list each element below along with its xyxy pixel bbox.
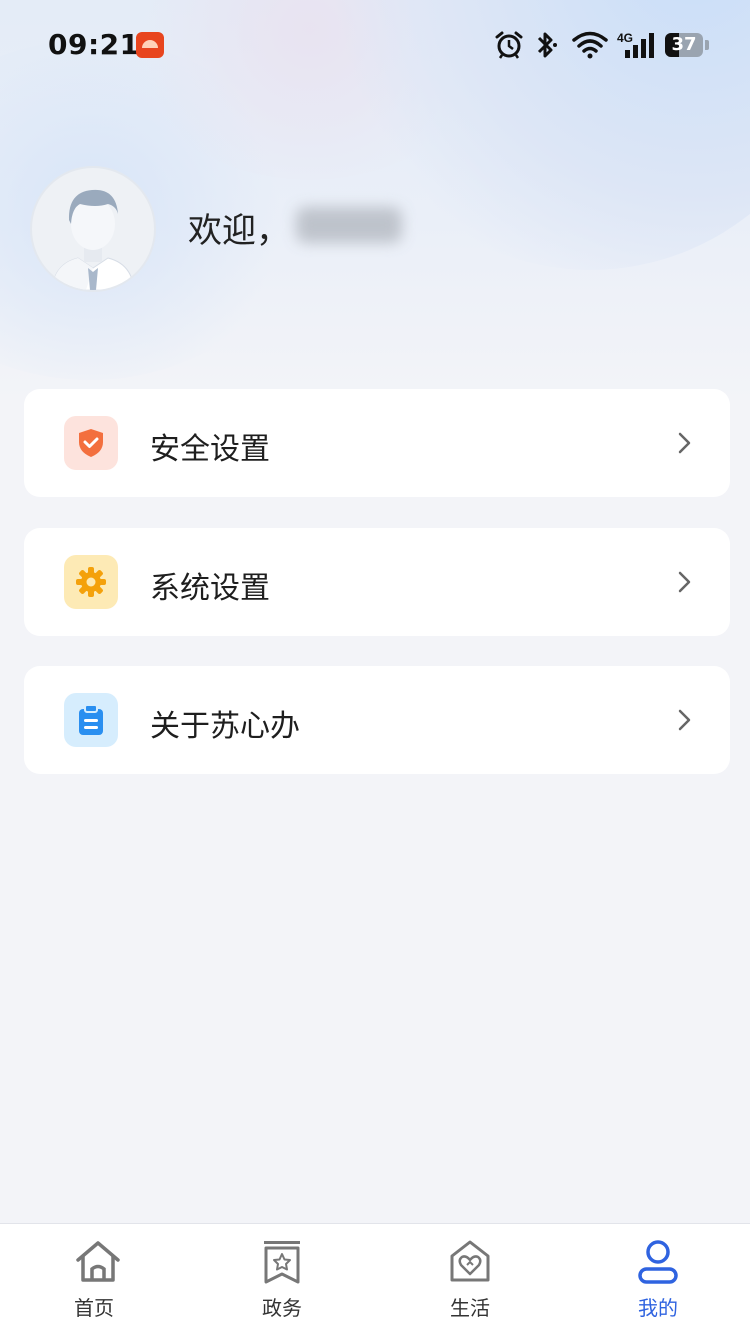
menu-item-security-settings[interactable]: 安全设置 [24, 389, 730, 497]
tab-label: 我的 [638, 1296, 678, 1320]
status-time: 09:21 [48, 28, 140, 61]
tab-home[interactable]: 首页 [34, 1224, 154, 1334]
tab-label: 政务 [262, 1296, 302, 1320]
username-redacted [296, 207, 402, 243]
tab-label: 生活 [450, 1296, 490, 1320]
status-bar: 09:21 4G 37 [0, 0, 750, 90]
bluetooth-icon [537, 32, 557, 58]
chevron-right-icon [678, 432, 691, 454]
menu-item-system-settings[interactable]: 系统设置 [24, 528, 730, 636]
about-icon-box [64, 693, 118, 747]
app-notification-icon [136, 32, 164, 58]
battery-indicator: 37 [665, 33, 703, 57]
chevron-right-icon [678, 571, 691, 593]
menu-item-label: 系统设置 [150, 571, 270, 606]
gear-icon [76, 567, 106, 597]
menu-item-label: 关于苏心办 [150, 709, 300, 744]
heart-house-icon [450, 1240, 490, 1282]
tab-life[interactable]: 生活 [410, 1224, 530, 1334]
avatar[interactable] [30, 166, 156, 292]
tab-label: 首页 [74, 1296, 114, 1320]
shield-icon [79, 429, 103, 457]
tab-mine[interactable]: 我的 [598, 1224, 718, 1334]
network-type-label: 4G [617, 31, 633, 45]
clipboard-icon [79, 704, 103, 735]
chevron-right-icon [678, 709, 691, 731]
wifi-icon [572, 31, 608, 59]
user-icon [638, 1240, 678, 1284]
system-icon-box [64, 555, 118, 609]
menu-item-label: 安全设置 [150, 432, 270, 467]
battery-percent: 37 [671, 34, 697, 55]
security-icon-box [64, 416, 118, 470]
alarm-icon [495, 31, 523, 59]
default-user-avatar-icon [51, 189, 135, 290]
cellular-signal-icon: 4G [617, 31, 654, 58]
welcome-text: 欢迎， [188, 211, 290, 251]
menu-item-about[interactable]: 关于苏心办 [24, 666, 730, 774]
home-icon [76, 1241, 120, 1282]
bottom-tab-bar: 首页 政务 生活 我的 [0, 1223, 750, 1334]
bookmark-star-icon [264, 1241, 300, 1284]
tab-government[interactable]: 政务 [222, 1224, 342, 1334]
